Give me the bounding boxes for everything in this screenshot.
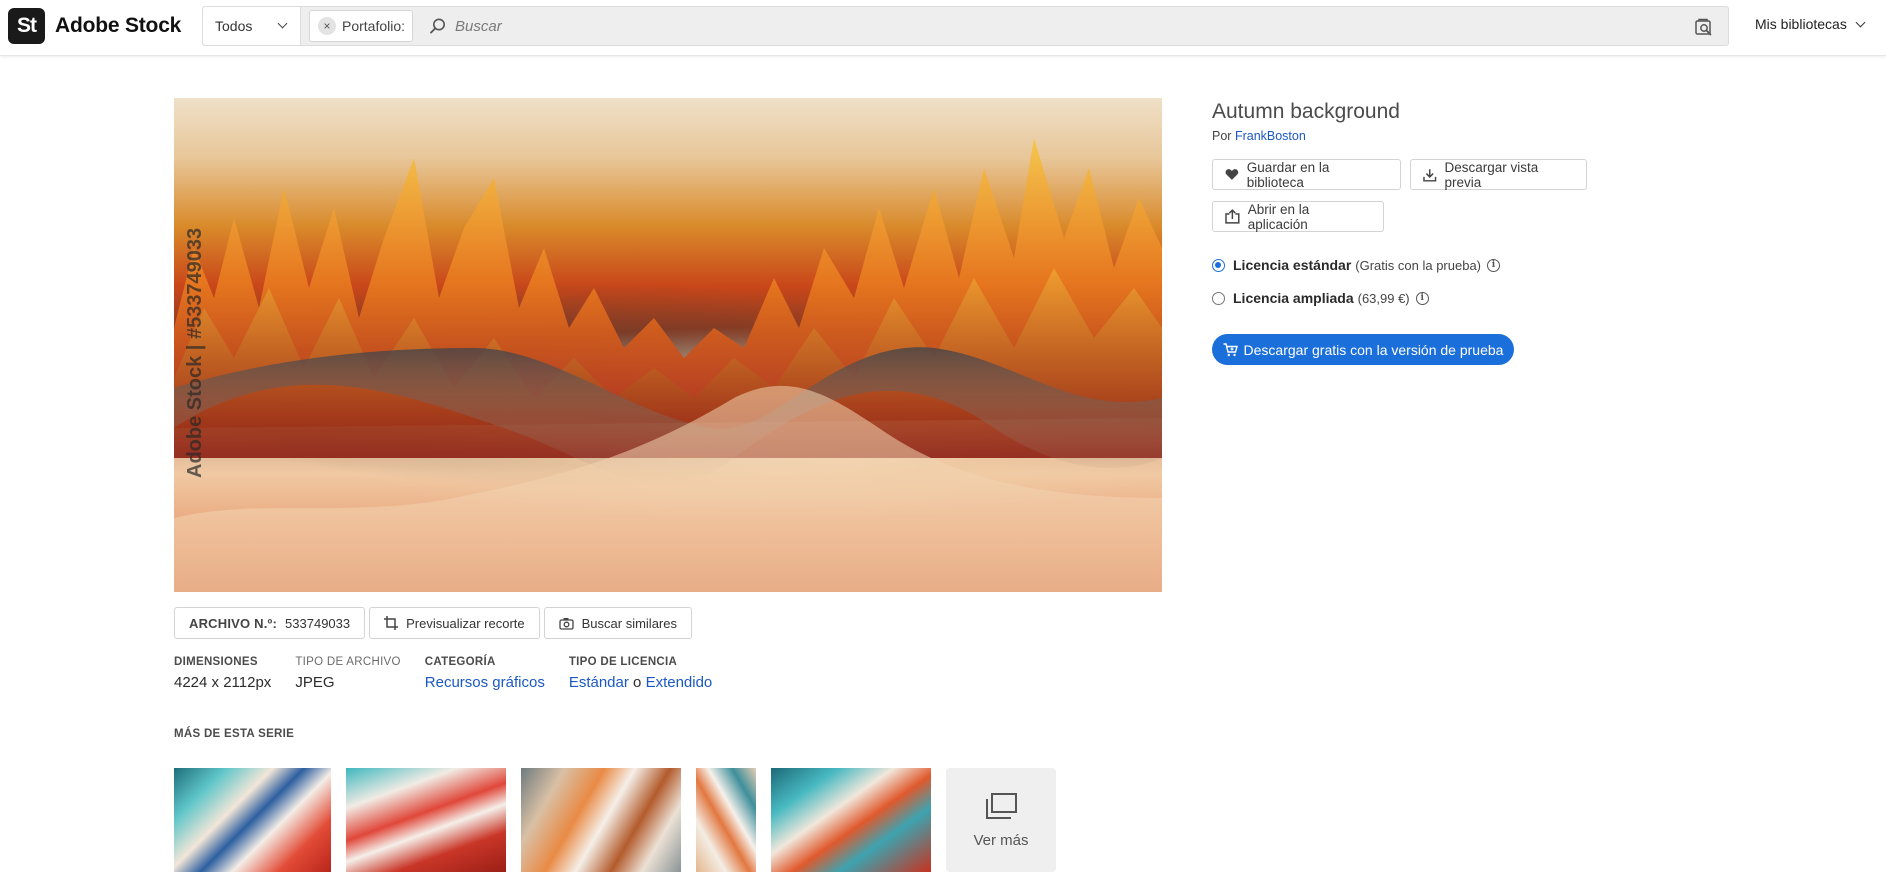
- meta-category-heading: CATEGORÍA: [424, 656, 496, 668]
- standard-license-note: (Gratis con la prueba): [1355, 257, 1482, 273]
- share-icon: [1225, 209, 1240, 224]
- license-option-extended[interactable]: Licencia ampliada (63,99 €) i: [1212, 290, 1429, 306]
- find-similar-label: Buscar similares: [581, 615, 677, 631]
- file-number-label: ARCHIVO N.º:: [189, 615, 278, 631]
- meta-license-heading: TIPO DE LICENCIA: [568, 656, 678, 668]
- camera-icon: [558, 617, 574, 630]
- heart-icon: [1225, 169, 1239, 180]
- close-icon[interactable]: ×: [318, 17, 336, 35]
- license-option-standard[interactable]: Licencia estándar (Gratis con la prueba)…: [1212, 257, 1501, 273]
- extended-license-link[interactable]: Extendido: [646, 674, 713, 691]
- info-icon[interactable]: i: [1487, 258, 1501, 272]
- asset-byline: Por FrankBoston: [1212, 129, 1306, 143]
- radio-standard[interactable]: [1212, 258, 1225, 272]
- meta-filetype-value: JPEG: [295, 674, 335, 691]
- asset-preview-image[interactable]: Adobe Stock | #533749033: [174, 98, 1162, 592]
- crop-preview-label: Previsualizar recorte: [406, 615, 525, 631]
- download-icon: [1423, 168, 1437, 182]
- download-preview-label: Descargar vista previa: [1444, 159, 1539, 190]
- see-more-button[interactable]: Ver más: [946, 768, 1056, 872]
- category-link[interactable]: Recursos gráficos: [425, 674, 545, 691]
- portfolio-chip-label: Portafolio:: [342, 18, 406, 34]
- meta-category: CATEGORÍA Recursos gráficos: [425, 656, 545, 691]
- top-header: St Adobe Stock Todos × Portafolio: Mis b…: [0, 0, 1886, 56]
- meta-license-type: TIPO DE LICENCIA Estándar o Extendido: [569, 656, 712, 691]
- series-thumbnail[interactable]: [521, 768, 681, 872]
- search-scope-dropdown[interactable]: Todos: [203, 7, 301, 45]
- series-thumbnail[interactable]: [696, 768, 756, 872]
- series-thumbnail[interactable]: [346, 768, 506, 872]
- open-in-app-label: Abrir en la aplicación: [1247, 201, 1310, 232]
- crop-preview-button[interactable]: Previsualizar recorte: [369, 607, 540, 639]
- file-number-value: 533749033: [285, 615, 351, 631]
- chevron-down-icon: [277, 18, 288, 29]
- series-thumbnail[interactable]: [771, 768, 931, 872]
- file-number-box: ARCHIVO N.º: 533749033: [174, 607, 366, 639]
- asset-title: Autumn background: [1212, 100, 1400, 123]
- search-input[interactable]: [455, 11, 1655, 41]
- find-similar-button[interactable]: Buscar similares: [543, 607, 692, 639]
- save-to-library-button[interactable]: Guardar en la biblioteca: [1212, 159, 1401, 190]
- standard-license-link[interactable]: Estándar: [569, 674, 629, 691]
- radio-extended[interactable]: [1212, 291, 1225, 305]
- chevron-down-icon: [1855, 17, 1866, 27]
- license-or-text: o: [628, 674, 646, 691]
- see-more-label: Ver más: [973, 831, 1029, 849]
- portfolio-filter-chip: × Portafolio:: [309, 10, 413, 42]
- adobe-stock-logo[interactable]: St Adobe Stock: [8, 8, 181, 44]
- meta-dimensions: DIMENSIONES 4224 x 2112px: [174, 656, 271, 691]
- extended-license-name: Licencia ampliada: [1233, 290, 1354, 306]
- vertical-watermark: Adobe Stock | #533749033: [184, 227, 206, 478]
- series-heading: MÁS DE ESTA SERIE: [174, 728, 295, 740]
- stack-icon: [986, 792, 1017, 819]
- meta-filetype: TIPO DE ARCHIVO JPEG: [295, 656, 400, 691]
- open-in-app-button[interactable]: Abrir en la aplicación: [1212, 201, 1384, 232]
- standard-license-name: Licencia estándar: [1233, 257, 1352, 273]
- my-libraries-menu[interactable]: Mis bibliotecas: [1755, 16, 1866, 32]
- search-icon: [430, 18, 445, 34]
- free-trial-download-label: Descargar gratis con la versión de prueb…: [1243, 341, 1504, 358]
- meta-dimensions-heading: DIMENSIONES: [174, 656, 258, 668]
- image-toolbar: ARCHIVO N.º: 533749033 Previsualizar rec…: [174, 607, 692, 639]
- info-icon[interactable]: i: [1415, 291, 1429, 305]
- autumn-foliage-artwork: [174, 138, 1162, 592]
- extended-license-note: (63,99 €): [1357, 290, 1410, 306]
- logo-text: Adobe Stock: [55, 14, 182, 37]
- author-link[interactable]: FrankBoston: [1235, 129, 1306, 143]
- series-thumbnail[interactable]: [174, 768, 331, 872]
- logo-badge: St: [8, 8, 45, 44]
- free-trial-download-button[interactable]: Descargar gratis con la versión de prueb…: [1212, 334, 1514, 365]
- crop-icon: [384, 616, 399, 630]
- search-scope-label: Todos: [215, 18, 253, 34]
- cart-icon: [1223, 342, 1238, 356]
- meta-filetype-heading: TIPO DE ARCHIVO: [295, 656, 401, 668]
- asset-metadata: DIMENSIONES 4224 x 2112px TIPO DE ARCHIV…: [174, 656, 736, 691]
- search-bar: Todos × Portafolio:: [202, 6, 1729, 46]
- byline-prefix: Por: [1212, 129, 1235, 143]
- visual-search-icon[interactable]: [1694, 17, 1714, 37]
- download-preview-button[interactable]: Descargar vista previa: [1410, 159, 1587, 190]
- my-libraries-label: Mis bibliotecas: [1755, 16, 1847, 32]
- meta-dimensions-value: 4224 x 2112px: [174, 674, 272, 691]
- save-to-library-label: Guardar en la biblioteca: [1246, 159, 1330, 190]
